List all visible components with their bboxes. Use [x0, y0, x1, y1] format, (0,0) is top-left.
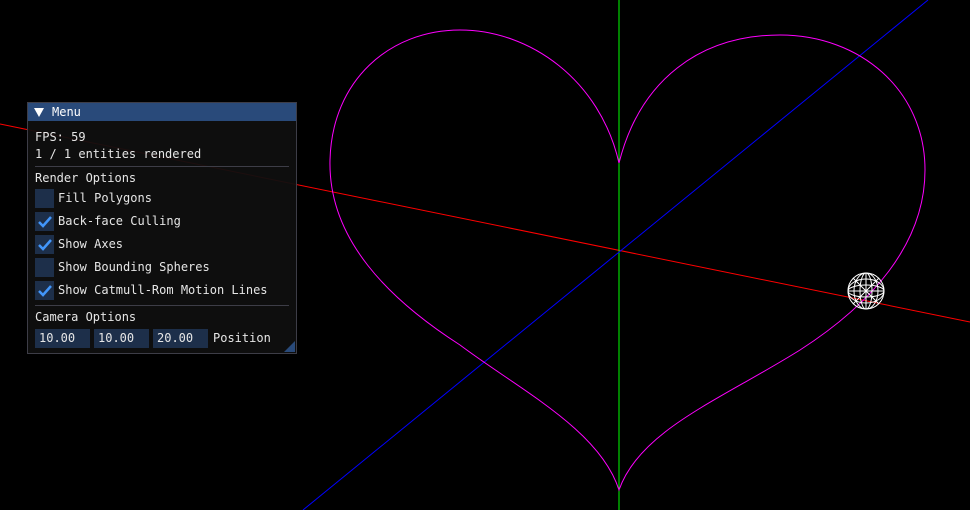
- fill-polygons-checkbox[interactable]: [35, 189, 54, 208]
- resize-grip-icon[interactable]: [284, 341, 295, 352]
- menu-titlebar[interactable]: Menu: [28, 103, 296, 121]
- show-bounding-spheres-checkbox-row[interactable]: Show Bounding Spheres: [35, 256, 289, 279]
- show-motion-lines-label: Show Catmull-Rom Motion Lines: [58, 283, 268, 297]
- show-motion-lines-checkbox[interactable]: [35, 281, 54, 300]
- checkmark-icon: [37, 284, 52, 297]
- fps-text: FPS: 59: [35, 130, 86, 144]
- menu-body: FPS: 59 1 / 1 entities rendered Render O…: [28, 121, 296, 349]
- camera-options-header: Camera Options: [35, 310, 137, 324]
- show-axes-checkbox-row[interactable]: Show Axes: [35, 233, 289, 256]
- menu-window[interactable]: Menu FPS: 59 1 / 1 entities rendered Ren…: [27, 102, 297, 354]
- separator: [35, 166, 289, 167]
- show-axes-checkbox[interactable]: [35, 235, 54, 254]
- menu-title: Menu: [52, 105, 81, 119]
- backface-culling-checkbox[interactable]: [35, 212, 54, 231]
- z-axis-line: [302, 0, 929, 510]
- backface-culling-checkbox-row[interactable]: Back-face Culling: [35, 210, 289, 233]
- show-bounding-spheres-label: Show Bounding Spheres: [58, 260, 210, 274]
- show-bounding-spheres-checkbox[interactable]: [35, 258, 54, 277]
- backface-culling-label: Back-face Culling: [58, 214, 181, 228]
- show-axes-label: Show Axes: [58, 237, 124, 251]
- render-options-header: Render Options: [35, 171, 137, 185]
- position-label: Position: [213, 331, 271, 345]
- separator: [35, 305, 289, 306]
- collapse-triangle-icon[interactable]: [34, 107, 44, 117]
- 3d-viewport[interactable]: Menu FPS: 59 1 / 1 entities rendered Ren…: [0, 0, 970, 510]
- camera-position-x-input[interactable]: [35, 328, 90, 348]
- catmull-rom-motion-line: [329, 29, 926, 492]
- show-motion-lines-checkbox-row[interactable]: Show Catmull-Rom Motion Lines: [35, 279, 289, 302]
- checkmark-icon: [37, 238, 52, 251]
- camera-position-z-input[interactable]: [153, 328, 208, 348]
- fill-polygons-checkbox-row[interactable]: Fill Polygons: [35, 187, 289, 210]
- bounding-sphere-wireframe: [847, 272, 885, 310]
- checkmark-icon: [37, 215, 52, 228]
- camera-position-y-input[interactable]: [94, 328, 149, 348]
- fill-polygons-label: Fill Polygons: [58, 191, 152, 205]
- entities-rendered-text: 1 / 1 entities rendered: [35, 147, 202, 161]
- camera-position-row: Position: [35, 327, 289, 349]
